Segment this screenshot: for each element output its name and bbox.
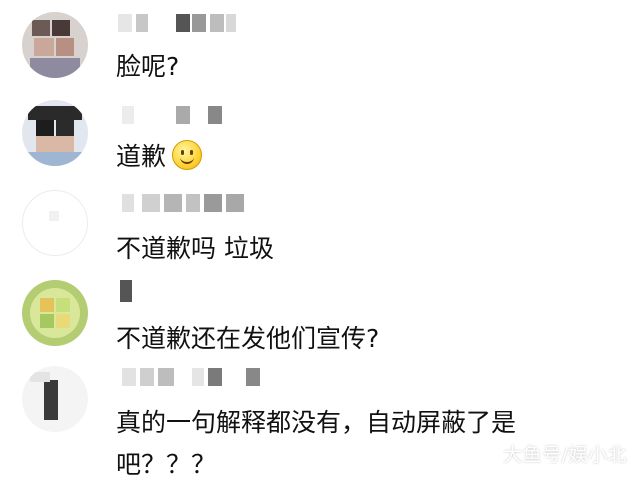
- comment-text: 不道歉吗 垃圾: [116, 234, 274, 263]
- comment-text: 不道歉还在发他们宣传?: [116, 324, 380, 353]
- comment-item: 不道歉吗 垃圾: [0, 182, 641, 272]
- comment-text-label: 道歉: [116, 142, 167, 171]
- comment-text: 脸呢?: [116, 52, 180, 81]
- comment-item: 不道歉还在发他们宣传?: [0, 272, 641, 360]
- comment-text-line-2: 吧？？？: [116, 450, 217, 479]
- avatar[interactable]: [22, 280, 88, 346]
- comment-item: 脸呢?: [0, 0, 641, 92]
- avatar[interactable]: [22, 12, 88, 78]
- avatar[interactable]: [22, 366, 88, 432]
- smile-emoji-icon: [172, 140, 203, 170]
- comment-text: 道歉: [116, 140, 203, 174]
- watermark: 大鱼号/娱小北: [503, 444, 627, 466]
- avatar[interactable]: [22, 100, 88, 166]
- comment-item: 道歉: [0, 92, 641, 182]
- comment-text-line-1: 真的一句解释都没有，自动屏蔽了是: [116, 408, 517, 437]
- avatar[interactable]: [22, 190, 88, 256]
